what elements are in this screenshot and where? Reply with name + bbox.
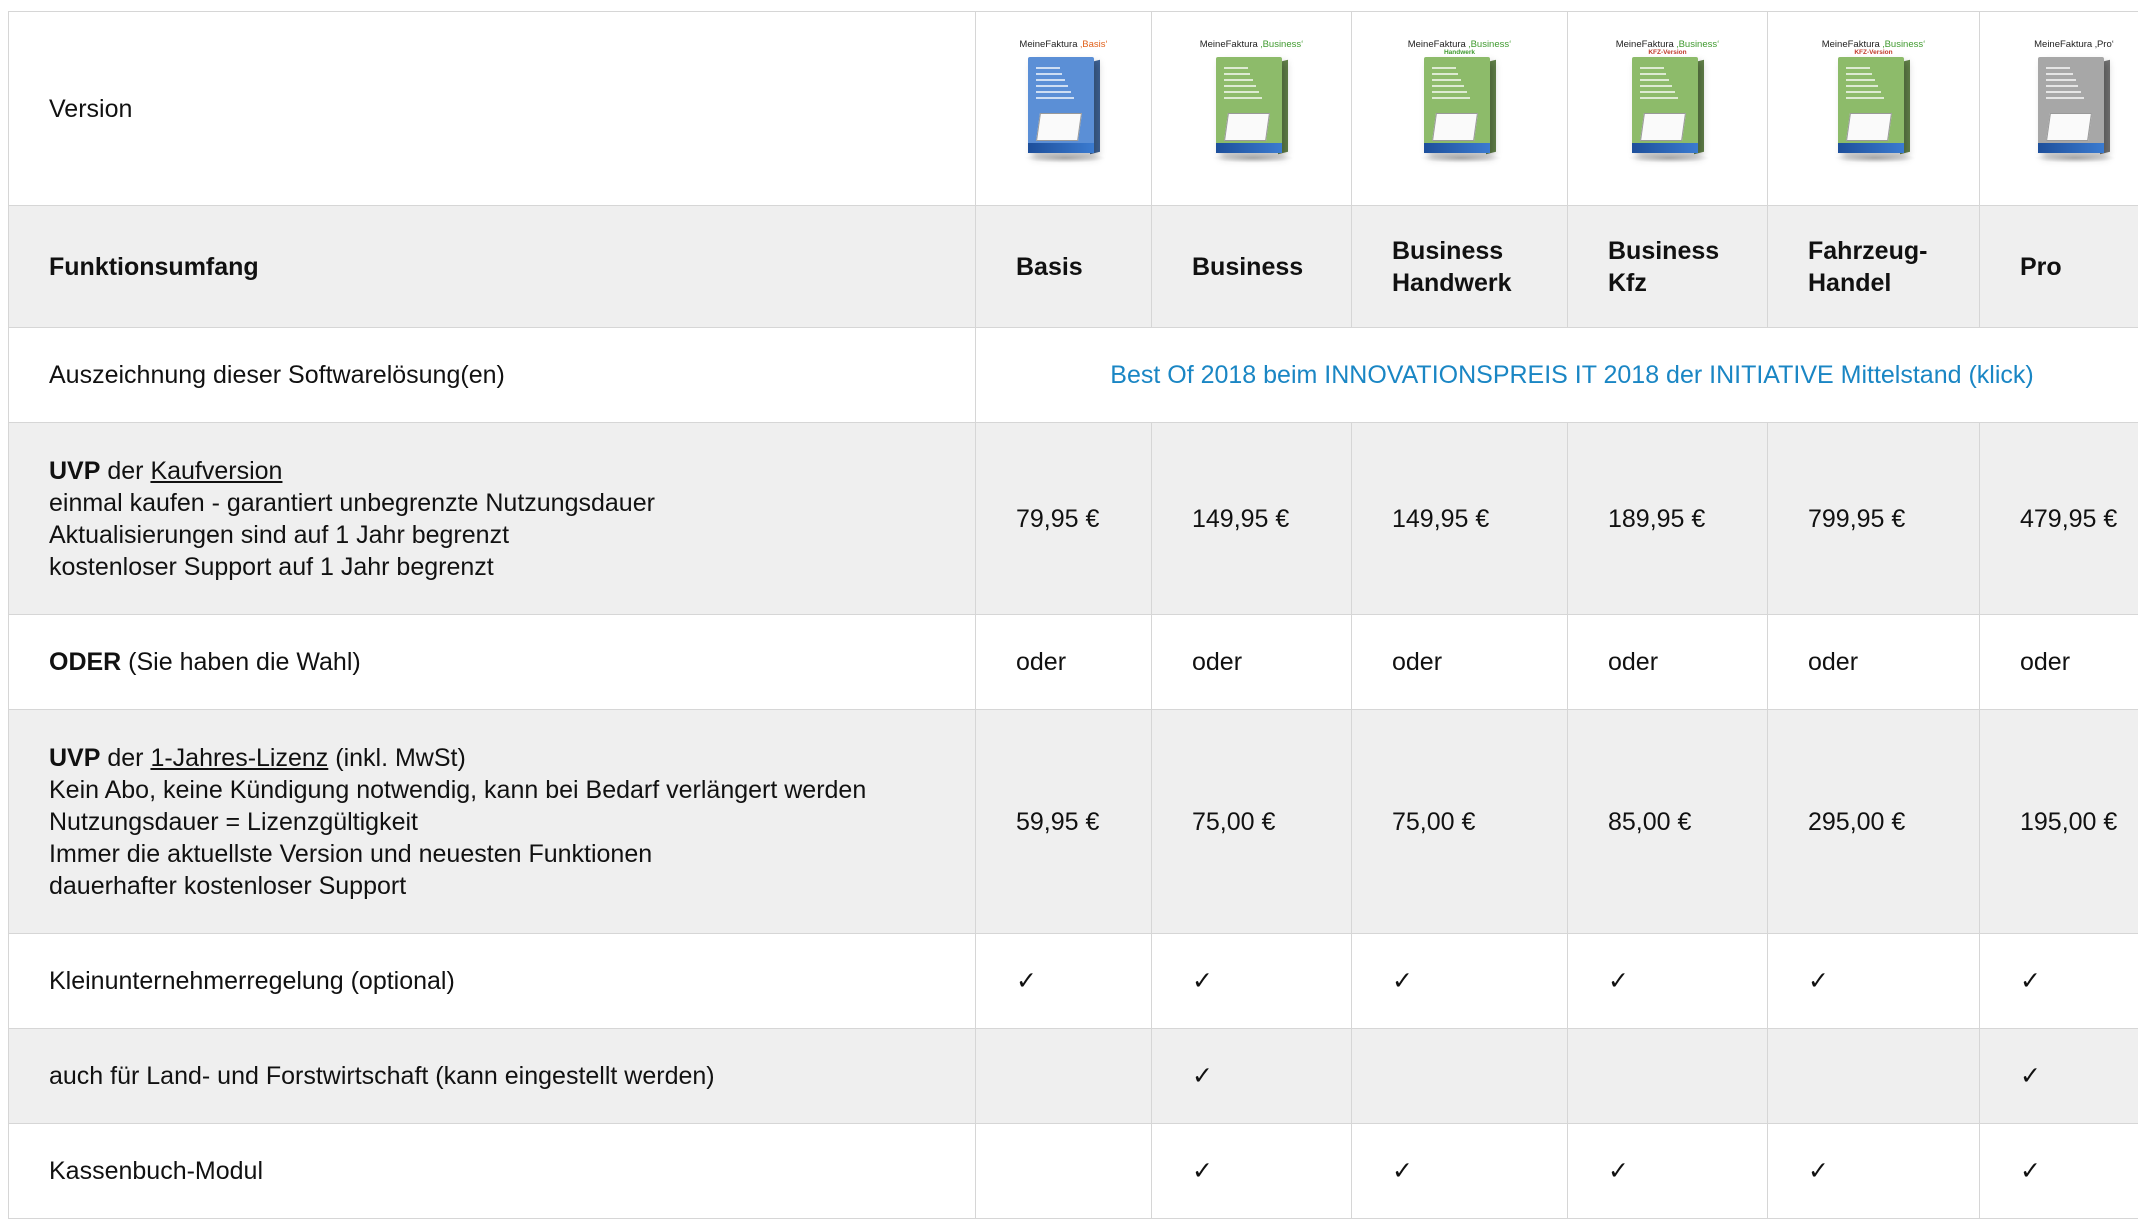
kaufversion-uvp: UVP xyxy=(49,457,100,485)
check-icon: ✓ xyxy=(1352,934,1568,1029)
check-icon: ✓ xyxy=(1980,934,2138,1029)
check-icon: ✓ xyxy=(1152,1124,1352,1219)
check-icon xyxy=(1568,1029,1768,1124)
kaufversion-description: UVP der Kaufversion einmal kaufen - gara… xyxy=(9,423,976,615)
lizenz-line: Immer die aktuellste Version und neueste… xyxy=(49,838,935,870)
row-kleinunternehmerregelung: Kleinunternehmerregelung (optional) ✓ ✓ … xyxy=(9,934,2138,1029)
price-kauf-business-handwerk: 149,95 € xyxy=(1352,423,1568,615)
column-header-fahrzeug-handel: Fahrzeug-Handel xyxy=(1768,206,1980,328)
check-icon: ✓ xyxy=(1980,1029,2138,1124)
product-box-pro: MeineFaktura ‚Pro‘ xyxy=(1980,12,2138,206)
price-lizenz-basis: 59,95 € xyxy=(976,710,1152,934)
product-box-image: MeineFaktura ‚Pro‘ xyxy=(2014,39,2134,179)
column-header-business-handwerk: BusinessHandwerk xyxy=(1352,206,1568,328)
column-header-business: Business xyxy=(1152,206,1352,328)
version-label: Version xyxy=(9,12,976,206)
product-box-title: MeineFaktura ‚Business‘ xyxy=(1192,39,1312,50)
oder-pro: oder xyxy=(1980,615,2138,710)
row-lizenz: UVP der 1-Jahres-Lizenz (inkl. MwSt) Kei… xyxy=(9,710,2138,934)
kaufversion-line: Aktualisierungen sind auf 1 Jahr begrenz… xyxy=(49,519,935,551)
row-oder: ODER (Sie haben die Wahl) oder oder oder… xyxy=(9,615,2138,710)
lizenz-line: Nutzungsdauer = Lizenzgültigkeit xyxy=(49,806,935,838)
oder-business-handwerk: oder xyxy=(1352,615,1568,710)
oder-fahrzeug-handel: oder xyxy=(1768,615,1980,710)
lizenz-line: Kein Abo, keine Kündigung notwendig, kan… xyxy=(49,774,935,806)
row-version: Version MeineFaktura ‚Basis‘ MeineFaktur… xyxy=(9,12,2138,206)
product-box-image: MeineFaktura ‚Business‘ xyxy=(1192,39,1312,179)
award-label: Auszeichnung dieser Softwarelösung(en) xyxy=(9,328,976,423)
price-lizenz-business-handwerk: 75,00 € xyxy=(1352,710,1568,934)
oder-rest: (Sie haben die Wahl) xyxy=(121,648,360,676)
kaufversion-mid: der xyxy=(100,457,150,485)
product-box-image: MeineFaktura ‚Business‘KFZ-Version xyxy=(1608,39,1728,179)
row-award: Auszeichnung dieser Softwarelösung(en) B… xyxy=(9,328,2138,423)
price-kauf-basis: 79,95 € xyxy=(976,423,1152,615)
check-icon: ✓ xyxy=(1152,934,1352,1029)
product-box-subtitle: KFZ-Version xyxy=(1814,49,1934,57)
price-lizenz-pro: 195,00 € xyxy=(1980,710,2138,934)
check-icon: ✓ xyxy=(1352,1124,1568,1219)
product-box-business: MeineFaktura ‚Business‘ xyxy=(1152,12,1352,206)
feature-label: Kleinunternehmerregelung (optional) xyxy=(9,934,976,1029)
product-box-business-handwerk: MeineFaktura ‚Business‘Handwerk xyxy=(1352,12,1568,206)
check-icon xyxy=(1768,1029,1980,1124)
lizenz-uvp: UVP xyxy=(49,744,100,772)
price-kauf-business: 149,95 € xyxy=(1152,423,1352,615)
header-label: Funktionsumfang xyxy=(9,206,976,328)
lizenz-link[interactable]: 1-Jahres-Lizenz xyxy=(150,744,328,772)
lizenz-line: dauerhafter kostenloser Support xyxy=(49,870,935,902)
check-icon: ✓ xyxy=(1980,1124,2138,1219)
price-lizenz-business: 75,00 € xyxy=(1152,710,1352,934)
lizenz-mid: der xyxy=(100,744,150,772)
kaufversion-link[interactable]: Kaufversion xyxy=(150,457,282,485)
check-icon: ✓ xyxy=(1768,1124,1980,1219)
feature-label: Kassenbuch-Modul xyxy=(9,1124,976,1219)
price-kauf-pro: 479,95 € xyxy=(1980,423,2138,615)
oder-business: oder xyxy=(1152,615,1352,710)
oder-basis: oder xyxy=(976,615,1152,710)
check-icon: ✓ xyxy=(1152,1029,1352,1124)
product-box-subtitle: Handwerk xyxy=(1400,49,1520,57)
product-box-title: MeineFaktura ‚Basis‘ xyxy=(1004,39,1124,50)
award-link[interactable]: Best Of 2018 beim INNOVATIONSPREIS IT 20… xyxy=(976,328,2138,423)
price-kauf-business-kfz: 189,95 € xyxy=(1568,423,1768,615)
feature-label: auch für Land- und Forstwirtschaft (kann… xyxy=(9,1029,976,1124)
check-icon xyxy=(976,1029,1152,1124)
product-box-subtitle: KFZ-Version xyxy=(1608,49,1728,57)
product-box-business-kfz: MeineFaktura ‚Business‘KFZ-Version xyxy=(1568,12,1768,206)
product-box-basis: MeineFaktura ‚Basis‘ xyxy=(976,12,1152,206)
row-kaufversion: UVP der Kaufversion einmal kaufen - gara… xyxy=(9,423,2138,615)
check-icon: ✓ xyxy=(976,934,1152,1029)
row-kassenbuch: Kassenbuch-Modul ✓ ✓ ✓ ✓ ✓ xyxy=(9,1124,2138,1219)
check-icon xyxy=(1352,1029,1568,1124)
column-header-business-kfz: BusinessKfz xyxy=(1568,206,1768,328)
lizenz-description: UVP der 1-Jahres-Lizenz (inkl. MwSt) Kei… xyxy=(9,710,976,934)
check-icon xyxy=(976,1124,1152,1219)
price-lizenz-business-kfz: 85,00 € xyxy=(1568,710,1768,934)
column-header-pro: Pro xyxy=(1980,206,2138,328)
kaufversion-line: kostenloser Support auf 1 Jahr begrenzt xyxy=(49,551,935,583)
oder-bold: ODER xyxy=(49,648,121,676)
check-icon: ✓ xyxy=(1568,1124,1768,1219)
check-icon: ✓ xyxy=(1768,934,1980,1029)
lizenz-after: (inkl. MwSt) xyxy=(328,744,466,772)
price-lizenz-fahrzeug-handel: 295,00 € xyxy=(1768,710,1980,934)
row-header: Funktionsumfang Basis Business BusinessH… xyxy=(9,206,2138,328)
product-box-image: MeineFaktura ‚Business‘KFZ-Version xyxy=(1814,39,1934,179)
product-box-fahrzeug-handel: MeineFaktura ‚Business‘KFZ-Version xyxy=(1768,12,1980,206)
oder-business-kfz: oder xyxy=(1568,615,1768,710)
row-land-forstwirtschaft: auch für Land- und Forstwirtschaft (kann… xyxy=(9,1029,2138,1124)
product-box-title: MeineFaktura ‚Pro‘ xyxy=(2014,39,2134,50)
column-header-basis: Basis xyxy=(976,206,1152,328)
kaufversion-line: einmal kaufen - garantiert unbegrenzte N… xyxy=(49,487,935,519)
comparison-table: Version MeineFaktura ‚Basis‘ MeineFaktur… xyxy=(8,11,2138,1219)
price-kauf-fahrzeug-handel: 799,95 € xyxy=(1768,423,1980,615)
check-icon: ✓ xyxy=(1568,934,1768,1029)
oder-label: ODER (Sie haben die Wahl) xyxy=(9,615,976,710)
product-box-image: MeineFaktura ‚Business‘Handwerk xyxy=(1400,39,1520,179)
product-box-image: MeineFaktura ‚Basis‘ xyxy=(1004,39,1124,179)
